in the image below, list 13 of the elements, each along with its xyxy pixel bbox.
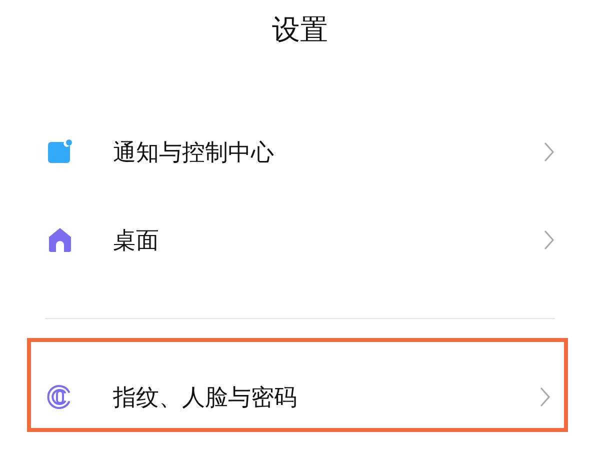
chevron-icon	[543, 229, 555, 251]
item-label: 桌面	[113, 226, 160, 256]
page-title: 设置	[272, 12, 328, 48]
notification-icon	[47, 139, 73, 165]
settings-item[interactable]: 通知与控制中心	[0, 108, 600, 196]
chevron-icon	[543, 141, 555, 163]
item-label: 通知与控制中心	[113, 138, 275, 168]
settings-item[interactable]: 桌面	[0, 196, 600, 284]
home-icon	[47, 227, 73, 253]
settings-item[interactable]: 指纹、人脸与密码	[47, 366, 551, 428]
chevron-icon	[539, 386, 551, 408]
fingerprint-icon	[47, 384, 73, 410]
item-label: 指纹、人脸与密码	[113, 384, 298, 412]
